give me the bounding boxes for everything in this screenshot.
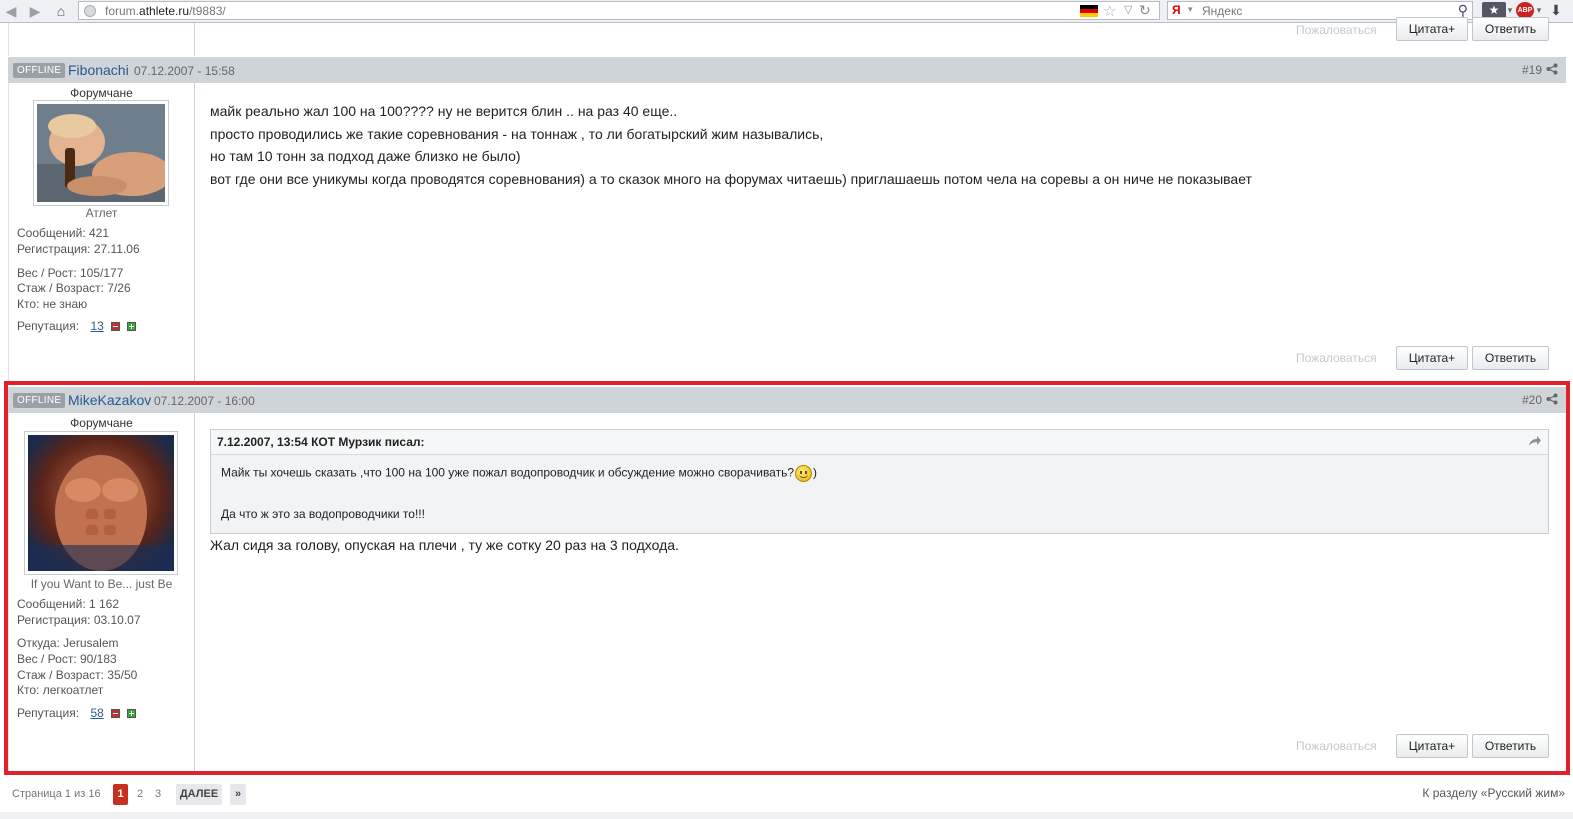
post-line: просто проводились же такие соревнования…: [210, 125, 824, 142]
reputation-label: Репутация:: [17, 319, 80, 333]
reply-button[interactable]: Ответить: [1472, 734, 1549, 758]
complain-link[interactable]: Пожаловаться: [1296, 739, 1377, 753]
smiley-icon: [795, 465, 813, 482]
download-icon[interactable]: ⬇: [1548, 2, 1564, 19]
back-icon[interactable]: ◀: [2, 2, 20, 20]
offline-badge: OFFLINE: [13, 63, 66, 78]
reputation: Репутация: 58: [17, 706, 137, 720]
post-line: майк реально жал 100 на 100???? ну не ве…: [210, 103, 678, 119]
reputation-value[interactable]: 58: [90, 706, 103, 720]
forward-icon[interactable]: ▶: [26, 2, 44, 20]
post-date: 07.12.2007 - 16:00: [154, 394, 255, 408]
user-type: Кто: легкоатлет: [17, 683, 104, 697]
avatar-image: [28, 435, 174, 571]
weight-height: Вес / Рост: 105/177: [17, 266, 124, 280]
post-number[interactable]: #19: [1522, 63, 1542, 77]
history-dropdown-icon[interactable]: ▽: [1124, 3, 1132, 16]
post-date: 07.12.2007 - 15:58: [134, 64, 235, 78]
user-location: Откуда: Jerusalem: [17, 636, 119, 650]
post-header: OFFLINE MikeKazakov 07.12.2007 - 16:00 #…: [8, 387, 1566, 413]
quote-button[interactable]: Цитата+: [1396, 734, 1468, 758]
footer-strip: [0, 812, 1573, 819]
complain-link[interactable]: Пожаловаться: [1296, 23, 1377, 37]
post-line: вот где они все уникумы когда проводятся…: [210, 170, 1252, 187]
user-sidebar: Форумчане Атлет Сообщений: 421 Регистрац…: [8, 83, 195, 381]
search-input[interactable]: Яндекс: [1202, 4, 1242, 18]
globe-icon: [84, 5, 96, 17]
user-sidebar: Форумчане If you Want to Be... just Be С…: [8, 413, 195, 771]
post-body: майк реально жал 100 на 100???? ну не ве…: [210, 100, 1252, 190]
message-count: Сообщений: 421: [17, 226, 110, 240]
reputation: Репутация: 13: [17, 319, 137, 333]
reply-button[interactable]: Ответить: [1472, 17, 1549, 41]
browser-toolbar: ◀ ▶ ⌂ forum.athlete.ru/t9883/ ☆ ▽ ↻ Я ▾ …: [0, 0, 1573, 23]
user-group: Форумчане: [70, 416, 133, 430]
reputation-plus-icon[interactable]: [127, 322, 137, 332]
page-indicator: Страница 1 из 16: [12, 788, 101, 800]
quote-author: 7.12.2007, 13:54 КОТ Мурзик писал:: [217, 435, 425, 449]
post-number[interactable]: #20: [1522, 393, 1542, 407]
avatar[interactable]: [24, 431, 178, 575]
post-body: Жал сидя за голову, опуская на плечи , т…: [210, 537, 679, 553]
weight-height: Вес / Рост: 90/183: [17, 652, 117, 666]
last-page-button[interactable]: »: [230, 784, 246, 805]
quote-header: 7.12.2007, 13:54 КОТ Мурзик писал:: [211, 430, 1548, 455]
quote-button[interactable]: Цитата+: [1396, 17, 1468, 41]
quote-body: Майк ты хочешь сказать ,что 100 на 100 у…: [211, 455, 1548, 533]
post-19: OFFLINE Fibonachi 07.12.2007 - 15:58 #19…: [8, 57, 1566, 381]
next-page-button[interactable]: ДАЛЕЕ: [176, 784, 222, 805]
quote-button[interactable]: Цитата+: [1396, 346, 1468, 370]
german-flag-icon[interactable]: [1080, 5, 1098, 17]
reputation-minus-icon[interactable]: [111, 322, 121, 332]
offline-badge: OFFLINE: [13, 393, 66, 408]
user-status: If you Want to Be... just Be: [30, 577, 173, 591]
search-engine-dropdown-icon[interactable]: ▾: [1188, 4, 1193, 15]
previous-post-tail: Пожаловаться Цитата+ Ответить: [8, 17, 1566, 56]
reload-icon[interactable]: ↻: [1139, 2, 1151, 19]
home-icon[interactable]: ⌂: [52, 2, 70, 20]
reputation-plus-icon[interactable]: [127, 709, 137, 719]
share-icon[interactable]: [1546, 63, 1558, 75]
avatar-image: [37, 104, 172, 202]
user-group: Форумчане: [70, 86, 133, 100]
previous-post-sidebar: [8, 23, 195, 56]
message-count: Сообщений: 1 162: [17, 597, 120, 611]
post-20: OFFLINE MikeKazakov 07.12.2007 - 16:00 #…: [8, 387, 1566, 771]
bookmark-star-icon[interactable]: ☆: [1103, 2, 1116, 20]
registration-date: Регистрация: 27.11.06: [17, 242, 140, 256]
registration-date: Регистрация: 03.10.07: [17, 613, 141, 627]
post-header: OFFLINE Fibonachi 07.12.2007 - 15:58 #19: [8, 57, 1566, 83]
page-2[interactable]: 2: [134, 784, 146, 805]
go-to-quote-icon[interactable]: [1528, 435, 1542, 447]
page-1[interactable]: 1: [113, 784, 128, 805]
quote-line: Да что ж это за водопроводчики то!!!: [221, 507, 425, 521]
reputation-label: Репутация:: [17, 706, 80, 720]
post-line: но там 10 тонн за подход даже близко не …: [210, 148, 521, 164]
address-url: forum.athlete.ru/t9883/: [105, 4, 226, 18]
experience-age: Стаж / Возраст: 35/50: [17, 668, 138, 682]
quote-line: Майк ты хочешь сказать ,что 100 на 100 у…: [221, 465, 817, 482]
yandex-logo-icon: Я: [1172, 3, 1181, 17]
page-3[interactable]: 3: [152, 784, 164, 805]
author-name[interactable]: Fibonachi: [68, 62, 129, 78]
reputation-value[interactable]: 13: [90, 319, 103, 333]
quote-block: 7.12.2007, 13:54 КОТ Мурзик писал: Майк …: [210, 429, 1549, 534]
experience-age: Стаж / Возраст: 7/26: [17, 281, 131, 295]
complain-link[interactable]: Пожаловаться: [1296, 351, 1377, 365]
section-link[interactable]: К разделу «Русский жим»: [1422, 786, 1565, 800]
user-status: Атлет: [85, 206, 118, 220]
user-type: Кто: не знаю: [17, 297, 88, 311]
reputation-minus-icon[interactable]: [111, 709, 121, 719]
address-bar[interactable]: forum.athlete.ru/t9883/ ☆ ▽ ↻: [78, 1, 1160, 20]
avatar[interactable]: [33, 100, 172, 206]
reply-button[interactable]: Ответить: [1472, 346, 1549, 370]
author-name[interactable]: MikeKazakov: [68, 392, 151, 408]
share-icon[interactable]: [1546, 393, 1558, 405]
